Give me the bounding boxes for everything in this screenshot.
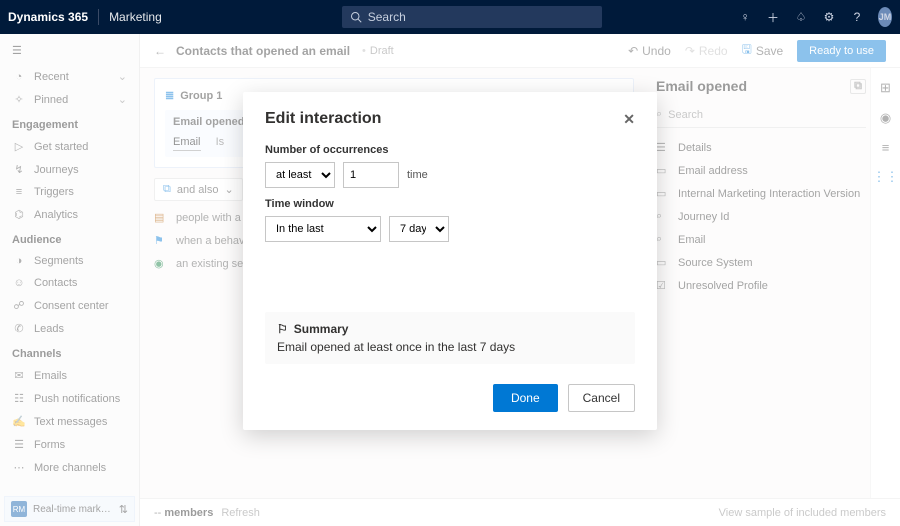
top-nav: Dynamics 365 Marketing Search ♀ ＋ ♤ ⚙ ? …	[0, 0, 900, 34]
lightbulb-icon[interactable]: ♀	[738, 10, 752, 24]
module-name: Marketing	[109, 10, 162, 24]
help-icon[interactable]: ?	[850, 10, 864, 24]
bell-icon[interactable]: ♤	[794, 10, 808, 24]
gear-icon[interactable]: ⚙	[822, 10, 836, 24]
user-avatar[interactable]: JM	[878, 7, 892, 27]
summary-box: ⚐ Summary Email opened at least once in t…	[265, 312, 635, 364]
timewindow-value-select[interactable]: 7 days	[389, 216, 449, 242]
summary-heading: Summary	[294, 322, 349, 336]
brand-divider	[98, 9, 99, 25]
search-icon	[350, 11, 362, 23]
close-button[interactable]: ✕	[623, 111, 635, 128]
app-name: Dynamics 365	[8, 10, 88, 24]
occurrences-count-input[interactable]	[343, 162, 399, 188]
cancel-button[interactable]: Cancel	[568, 384, 635, 412]
occurrences-operator-select[interactable]: at least	[265, 162, 335, 188]
occurrences-label: Number of occurrences	[265, 144, 635, 156]
dialog-title: Edit interaction	[265, 110, 381, 128]
summary-text: Email opened at least once in the last 7…	[277, 340, 623, 354]
search-placeholder: Search	[368, 10, 406, 24]
topbar-actions: ♀ ＋ ♤ ⚙ ? JM	[738, 7, 892, 27]
done-button[interactable]: Done	[493, 384, 558, 412]
global-search[interactable]: Search	[342, 6, 602, 28]
plus-icon[interactable]: ＋	[766, 9, 780, 26]
timewindow-range-select[interactable]: In the last	[265, 216, 381, 242]
timewindow-label: Time window	[265, 198, 635, 210]
edit-interaction-dialog: Edit interaction ✕ Number of occurrences…	[243, 92, 657, 430]
occurrences-unit: time	[407, 169, 428, 181]
brand: Dynamics 365 Marketing	[8, 9, 162, 25]
summary-icon: ⚐	[277, 322, 288, 336]
